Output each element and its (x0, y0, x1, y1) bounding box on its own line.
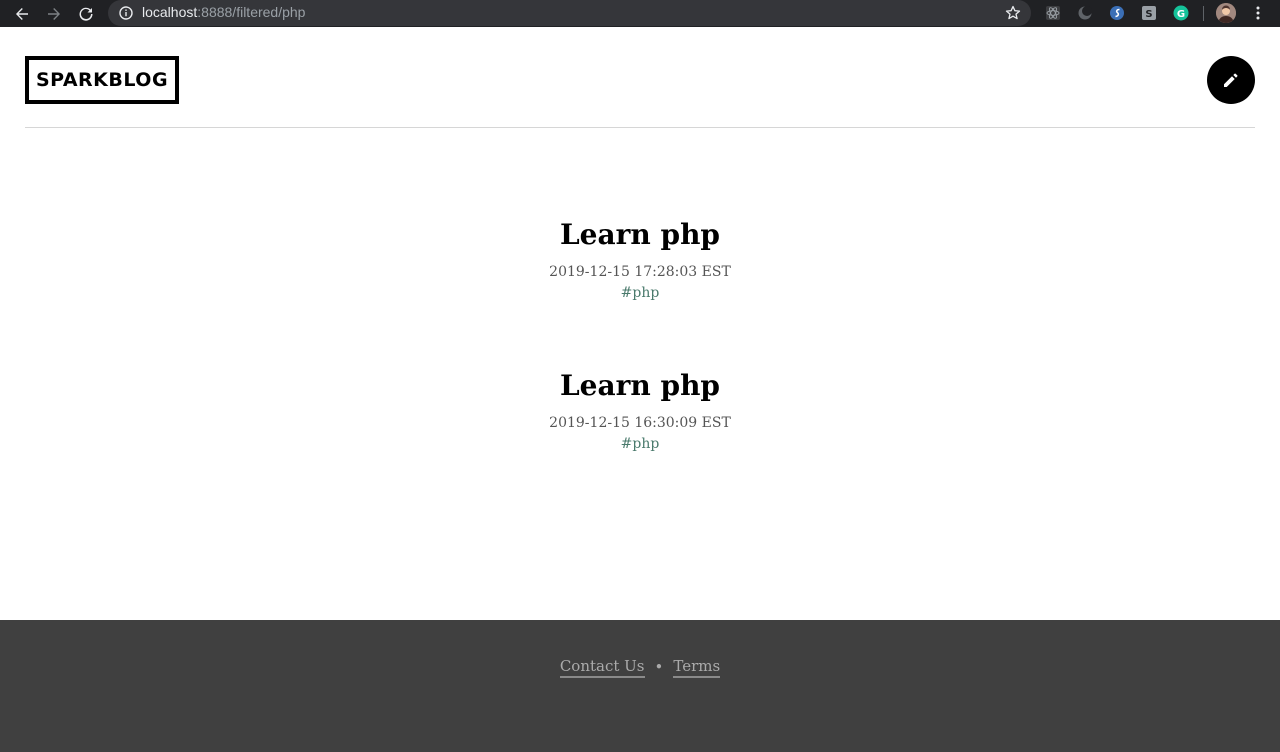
site-footer: Contact Us • Terms (0, 620, 1280, 752)
post-date: 2019-12-15 16:30:09 EST (549, 415, 731, 431)
svg-text:S: S (1145, 9, 1152, 20)
footer-links: Contact Us • Terms (0, 656, 1280, 678)
site-logo[interactable]: SPARKBLOG (25, 56, 179, 104)
compose-button[interactable] (1207, 56, 1255, 104)
bookmark-star-icon[interactable] (1005, 5, 1021, 21)
extension-s-icon[interactable] (1109, 5, 1125, 21)
post-tag-link[interactable]: #php (621, 434, 660, 454)
site-header: SPARKBLOG (25, 56, 1255, 128)
extension-react-icon[interactable] (1045, 5, 1061, 21)
browser-toolbar: localhost:8888/filtered/php S G (0, 0, 1280, 27)
post-tag-link[interactable]: #php (621, 283, 660, 303)
address-bar[interactable]: localhost:8888/filtered/php (108, 0, 1031, 26)
url-path: :8888/filtered/php (197, 4, 306, 20)
contact-us-link[interactable]: Contact Us (559, 656, 645, 678)
extension-square-icon[interactable]: S (1141, 5, 1157, 21)
post-item: Learn php 2019-12-15 17:28:03 EST #php (0, 215, 1280, 366)
info-icon[interactable] (119, 6, 133, 20)
terms-link[interactable]: Terms (673, 656, 721, 678)
url-host: localhost (142, 4, 198, 20)
post-date: 2019-12-15 17:28:03 EST (549, 264, 731, 280)
footer-separator: • (654, 658, 664, 676)
post-title[interactable]: Learn php (0, 366, 1280, 406)
post-list: Learn php 2019-12-15 17:28:03 EST #php L… (0, 215, 1280, 517)
url-text: localhost:8888/filtered/php (142, 4, 305, 20)
post-item: Learn php 2019-12-15 16:30:09 EST #php (0, 366, 1280, 517)
pencil-icon (1224, 73, 1238, 87)
forward-icon[interactable] (42, 2, 66, 26)
grammarly-icon[interactable]: G (1173, 5, 1189, 21)
extension-moon-icon[interactable] (1077, 5, 1093, 21)
reload-icon[interactable] (74, 2, 98, 26)
back-icon[interactable] (10, 2, 34, 26)
post-title[interactable]: Learn php (0, 215, 1280, 255)
menu-icon[interactable] (1251, 5, 1265, 21)
profile-avatar[interactable] (1216, 3, 1236, 23)
svg-text:G: G (1177, 9, 1185, 20)
toolbar-divider (1203, 6, 1204, 21)
